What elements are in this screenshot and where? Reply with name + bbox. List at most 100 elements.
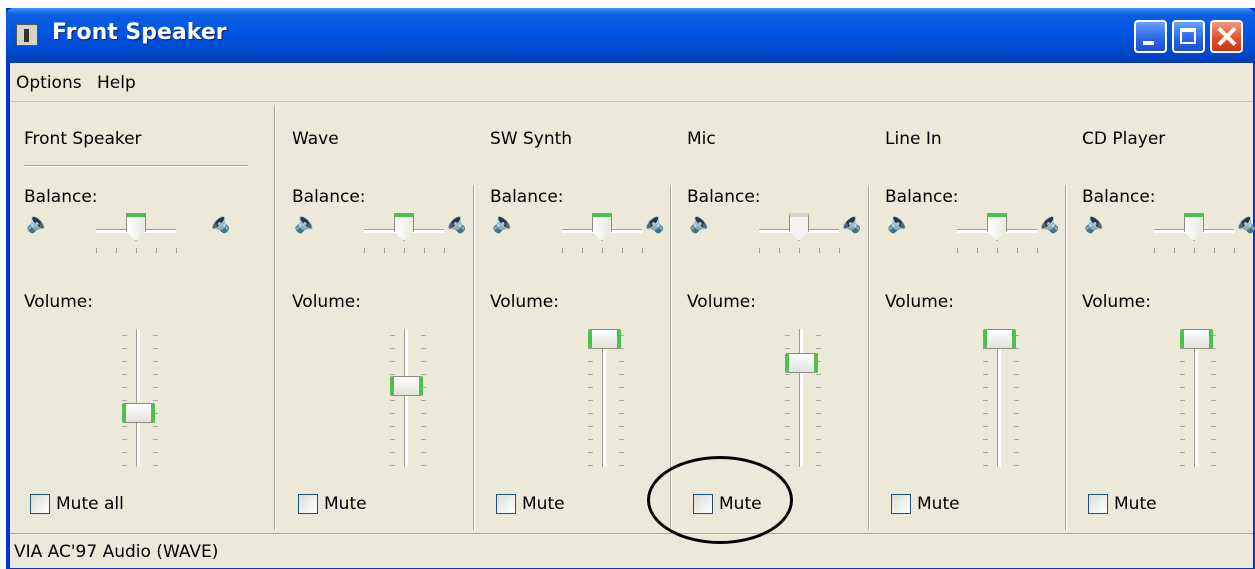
volume-tick (983, 413, 988, 414)
volume-tick (421, 335, 426, 336)
close-button[interactable] (1210, 20, 1243, 53)
volume-tick (619, 439, 624, 440)
volume-tick (983, 361, 988, 362)
volume-tick (421, 426, 426, 427)
volume-slider-thumb[interactable] (122, 403, 155, 424)
mute-checkbox[interactable] (1088, 494, 1108, 514)
volume-tick (153, 387, 158, 388)
volume-tick (588, 426, 593, 427)
volume-slider-thumb[interactable] (390, 376, 423, 397)
volume-slider-track[interactable] (404, 329, 408, 467)
column-title: Mic (687, 129, 716, 149)
balance-tick (582, 248, 583, 253)
volume-slider-thumb[interactable] (588, 329, 621, 349)
speaker-right-icon: 🔈 (1232, 210, 1255, 234)
volume-tick (785, 374, 790, 375)
volume-tick (785, 465, 790, 466)
mute-all-checkbox[interactable] (30, 494, 50, 514)
volume-slider-thumb[interactable] (785, 352, 818, 373)
volume-tick (619, 361, 624, 362)
balance-tick (1174, 248, 1175, 253)
mixer-app-icon[interactable] (16, 24, 38, 46)
volume-tick (153, 335, 158, 336)
volume-tick (619, 387, 624, 388)
volume-slider-track[interactable] (136, 329, 140, 467)
volume-tick (390, 348, 395, 349)
mute-label: Mute (917, 494, 960, 514)
balance-slider-thumb[interactable] (987, 213, 1007, 241)
balance-tick (839, 248, 840, 253)
volume-tick (122, 400, 127, 401)
volume-tick (785, 335, 790, 336)
volume-tick (1211, 361, 1216, 362)
balance-slider-thumb[interactable] (1184, 213, 1204, 241)
balance-slider-thumb[interactable] (592, 213, 612, 241)
speaker-left-icon: 🔈 (689, 210, 714, 234)
balance-slider-thumb[interactable] (394, 213, 414, 241)
menu-options[interactable]: Options (16, 73, 82, 93)
volume-tick (390, 452, 395, 453)
volume-tick (153, 439, 158, 440)
volume-slider-track[interactable] (602, 329, 606, 467)
balance-tick (384, 248, 385, 253)
balance-label: Balance: (687, 187, 761, 207)
column-separator (868, 185, 870, 530)
title-divider (24, 165, 248, 167)
window-client-area: Options Help Front Speaker Balance: Volu… (10, 63, 1255, 568)
balance-tick (997, 248, 998, 253)
volume-tick (816, 374, 821, 375)
column-title: Line In (885, 129, 942, 149)
speaker-right-icon: 🔈 (206, 210, 231, 234)
volume-tick (588, 387, 593, 388)
balance-tick (176, 248, 177, 253)
channel-column: SW Synth Balance: Volume: Mute 🔈 🔈 (476, 105, 673, 530)
minimize-button[interactable] (1134, 20, 1167, 53)
balance-tick (136, 248, 137, 253)
balance-tick (642, 248, 643, 253)
speaker-left-icon: 🔈 (294, 210, 319, 234)
balance-slider-thumb[interactable] (126, 213, 146, 241)
volume-tick (122, 426, 127, 427)
volume-tick (588, 465, 593, 466)
volume-slider-track[interactable] (799, 329, 803, 467)
volume-slider-thumb[interactable] (1180, 329, 1213, 349)
mute-checkbox[interactable] (298, 494, 318, 514)
volume-tick (390, 426, 395, 427)
volume-slider-thumb[interactable] (983, 329, 1016, 349)
volume-slider-track[interactable] (1194, 329, 1198, 467)
volume-tick (1211, 452, 1216, 453)
volume-tick (1180, 387, 1185, 388)
column-title: CD Player (1082, 129, 1166, 149)
volume-tick (983, 439, 988, 440)
menu-help[interactable]: Help (97, 73, 136, 93)
volume-slider-track[interactable] (997, 329, 1001, 467)
volume-tick (153, 465, 158, 466)
volume-tick (1180, 452, 1185, 453)
volume-tick (153, 452, 158, 453)
balance-tick (1214, 248, 1215, 253)
volume-tick (1180, 439, 1185, 440)
volume-tick (390, 400, 395, 401)
volume-tick (1014, 374, 1019, 375)
balance-tick (799, 248, 800, 253)
volume-tick (1014, 465, 1019, 466)
volume-tick (122, 335, 127, 336)
volume-tick (421, 465, 426, 466)
volume-tick (983, 374, 988, 375)
balance-slider-thumb[interactable] (789, 213, 809, 241)
speaker-left-icon: 🔈 (1084, 210, 1109, 234)
mute-checkbox[interactable] (891, 494, 911, 514)
volume-tick (1014, 400, 1019, 401)
title-bar[interactable]: Front Speaker (6, 8, 1255, 63)
maximize-button[interactable] (1172, 20, 1205, 53)
mixer-window: Front Speaker Options Help Front Speaker… (6, 8, 1255, 569)
volume-tick (421, 374, 426, 375)
balance-tick (424, 248, 425, 253)
volume-tick (816, 400, 821, 401)
volume-label: Volume: (885, 292, 954, 312)
volume-tick (816, 335, 821, 336)
volume-tick (619, 374, 624, 375)
balance-tick (1017, 248, 1018, 253)
volume-tick (619, 452, 624, 453)
mute-checkbox[interactable] (496, 494, 516, 514)
